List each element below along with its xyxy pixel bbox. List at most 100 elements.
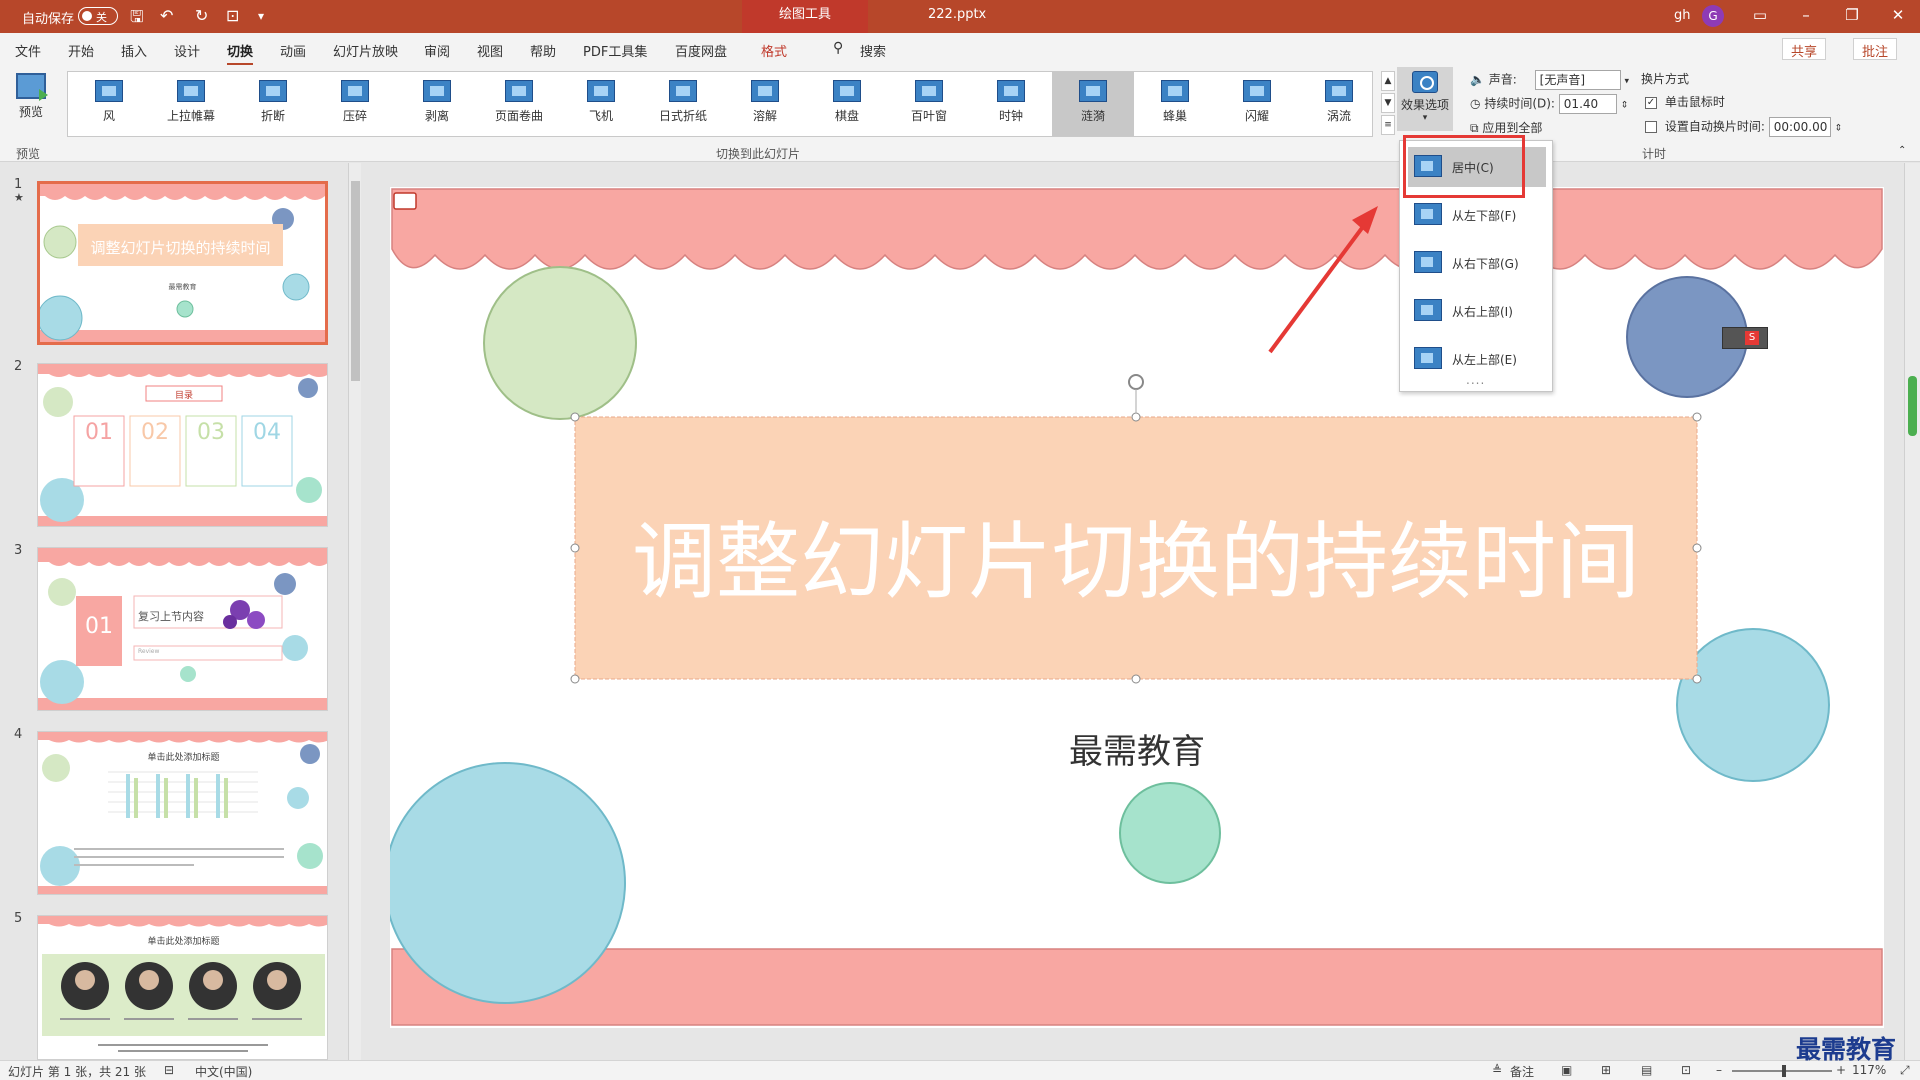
slide-1-preview [40, 184, 325, 342]
effect-options-button[interactable]: 效果选项 ▾ [1397, 67, 1453, 131]
scroll-thumb[interactable] [1908, 376, 1917, 436]
transition-fracture[interactable]: 折断 [232, 72, 314, 136]
transition-airplane[interactable]: 飞机 [560, 72, 642, 136]
minimize-icon[interactable]: – [1794, 6, 1818, 24]
effect-options-label: 效果选项 [1400, 98, 1449, 112]
spellcheck-icon[interactable]: ⊟ [164, 1063, 174, 1077]
customize-qat-icon[interactable]: ▾ [258, 9, 264, 23]
on-click-row[interactable]: ✓ 单击鼠标时 [1645, 93, 1725, 110]
undo-icon[interactable]: ↶ [160, 6, 173, 25]
duration-stepper-icon[interactable]: ⇕ [1621, 101, 1629, 111]
transition-clock[interactable]: 时钟 [970, 72, 1052, 136]
close-icon[interactable]: ✕ [1886, 6, 1910, 24]
comments-button[interactable]: 批注 [1853, 38, 1898, 60]
after-stepper-icon[interactable]: ⇕ [1835, 124, 1843, 134]
transitions-gallery: 风 上拉帷幕 折断 压碎 剥离 页面卷曲 飞机 日式折纸 溶解 棋盘 百叶窗 时… [67, 71, 1373, 137]
slide-2-title: 目录 [174, 391, 193, 401]
tab-view[interactable]: 视图 [477, 41, 503, 60]
after-time-input[interactable]: 00:00.00 [1768, 117, 1831, 137]
effect-from-top-right[interactable]: 从右上部(I) [1408, 291, 1546, 331]
chevron-down-icon[interactable]: ▾ [1624, 77, 1629, 87]
after-checkbox[interactable] [1645, 121, 1657, 133]
transition-page-curl[interactable]: 页面卷曲 [478, 72, 560, 136]
transition-thumb-icon [505, 80, 533, 102]
tab-file[interactable]: 文件 [15, 41, 41, 60]
transition-glitter[interactable]: 闪耀 [1216, 72, 1298, 136]
tab-animations[interactable]: 动画 [280, 41, 306, 60]
scroll-thumb[interactable] [351, 181, 360, 381]
resize-grip-icon[interactable]: .... [1466, 373, 1485, 387]
tab-transitions[interactable]: 切换 [227, 41, 254, 66]
slide-thumb-3[interactable]: 01 复习上节内容 Review [37, 547, 328, 711]
slide-thumb-2[interactable]: 目录 01 02 03 04 [37, 363, 328, 527]
tab-help[interactable]: 帮助 [530, 41, 556, 60]
preview-button[interactable]: 预览 [8, 73, 54, 120]
ime-toolbar[interactable]: S [1722, 327, 1768, 349]
transition-vortex[interactable]: 涡流 [1298, 72, 1380, 136]
collapse-ribbon-icon[interactable]: ⌃ [1898, 145, 1906, 156]
gallery-scroll-up-icon[interactable]: ▲ [1381, 71, 1395, 91]
tab-design[interactable]: 设计 [174, 41, 200, 60]
transition-blinds[interactable]: 百叶窗 [888, 72, 970, 136]
slide-2-num-3: 03 [197, 420, 225, 445]
transition-ripple[interactable]: 涟漪 [1052, 72, 1134, 136]
slide-3-title: 复习上节内容 [138, 610, 204, 623]
thumbnail-scrollbar[interactable] [348, 163, 361, 1060]
slide-thumb-1[interactable]: 调整幻灯片切换的持续时间 最需教育 [37, 181, 328, 345]
search-icon[interactable]: ⚲ [833, 40, 843, 56]
gallery-more-icon[interactable]: ≡ [1381, 115, 1395, 135]
slide-title[interactable]: 调整幻灯片切换的持续时间 [575, 495, 1697, 616]
transition-peel[interactable]: 剥离 [396, 72, 478, 136]
user-name[interactable]: gh [1674, 8, 1691, 23]
avatar[interactable]: G [1702, 5, 1724, 27]
autosave-toggle[interactable]: 关 [78, 7, 118, 25]
transition-checkerboard[interactable]: 棋盘 [806, 72, 888, 136]
present-icon[interactable]: ⊡ [226, 6, 239, 25]
duration-input[interactable]: 01.40 [1558, 94, 1617, 114]
tab-baidu-netdisk[interactable]: 百度网盘 [675, 41, 727, 60]
slide-thumb-4[interactable]: 单击此处添加标题 [37, 731, 328, 895]
zoom-slider-thumb[interactable] [1782, 1065, 1786, 1077]
transition-origami[interactable]: 日式折纸 [642, 72, 724, 136]
reading-view-icon[interactable]: ▤ [1641, 1063, 1652, 1077]
transition-honeycomb[interactable]: 蜂巢 [1134, 72, 1216, 136]
sound-select[interactable]: [无声音] [1534, 70, 1621, 90]
effect-bottom-right-icon [1414, 251, 1442, 273]
effect-from-bottom-left[interactable]: 从左下部(F) [1408, 195, 1546, 235]
language-indicator[interactable]: 中文(中国) [195, 1063, 252, 1080]
vertical-scrollbar[interactable] [1904, 163, 1920, 1060]
clock-icon: ◷ [1470, 96, 1481, 111]
transition-dissolve[interactable]: 溶解 [724, 72, 806, 136]
transition-crush[interactable]: 压碎 [314, 72, 396, 136]
tab-home[interactable]: 开始 [68, 41, 94, 60]
save-icon[interactable]: 🖫 [130, 6, 144, 33]
tab-slideshow[interactable]: 幻灯片放映 [333, 41, 398, 60]
transition-wind[interactable]: 风 [68, 72, 150, 136]
gallery-scroll-down-icon[interactable]: ▼ [1381, 93, 1395, 113]
tab-review[interactable]: 审阅 [424, 41, 450, 60]
share-button[interactable]: 共享 [1782, 38, 1827, 60]
zoom-out-icon[interactable]: – [1716, 1063, 1722, 1077]
tab-insert[interactable]: 插入 [121, 41, 147, 60]
tab-format[interactable]: 格式 [761, 41, 787, 60]
transition-thumb-icon [259, 80, 287, 102]
restore-icon[interactable]: ❐ [1840, 6, 1864, 24]
apply-all-row[interactable]: ⧉ 应用到全部 [1470, 119, 1542, 136]
tab-pdf-tools[interactable]: PDF工具集 [583, 41, 647, 60]
on-click-checkbox[interactable]: ✓ [1645, 96, 1657, 109]
slide-sorter-icon[interactable]: ⊞ [1601, 1063, 1611, 1077]
slideshow-icon[interactable]: ⊡ [1681, 1063, 1691, 1077]
transition-curtains[interactable]: 上拉帷幕 [150, 72, 232, 136]
transition-thumb-icon [423, 80, 451, 102]
redo-icon[interactable]: ↻ [195, 6, 208, 25]
fit-slide-icon[interactable]: ⤢ [1900, 1063, 1910, 1078]
effect-from-bottom-right[interactable]: 从右下部(G) [1408, 243, 1546, 283]
slide-subtitle[interactable]: 最需教育 [390, 724, 1884, 773]
notes-icon[interactable]: ≜ [1492, 1063, 1502, 1077]
ribbon-display-icon[interactable]: ▭ [1748, 6, 1772, 24]
preview-label: 预览 [18, 105, 43, 119]
normal-view-icon[interactable]: ▣ [1561, 1063, 1572, 1077]
notes-button[interactable]: 备注 [1510, 1063, 1534, 1080]
search-box[interactable]: 搜索 [860, 41, 886, 60]
slide-thumb-5[interactable]: 单击此处添加标题 [37, 915, 328, 1060]
